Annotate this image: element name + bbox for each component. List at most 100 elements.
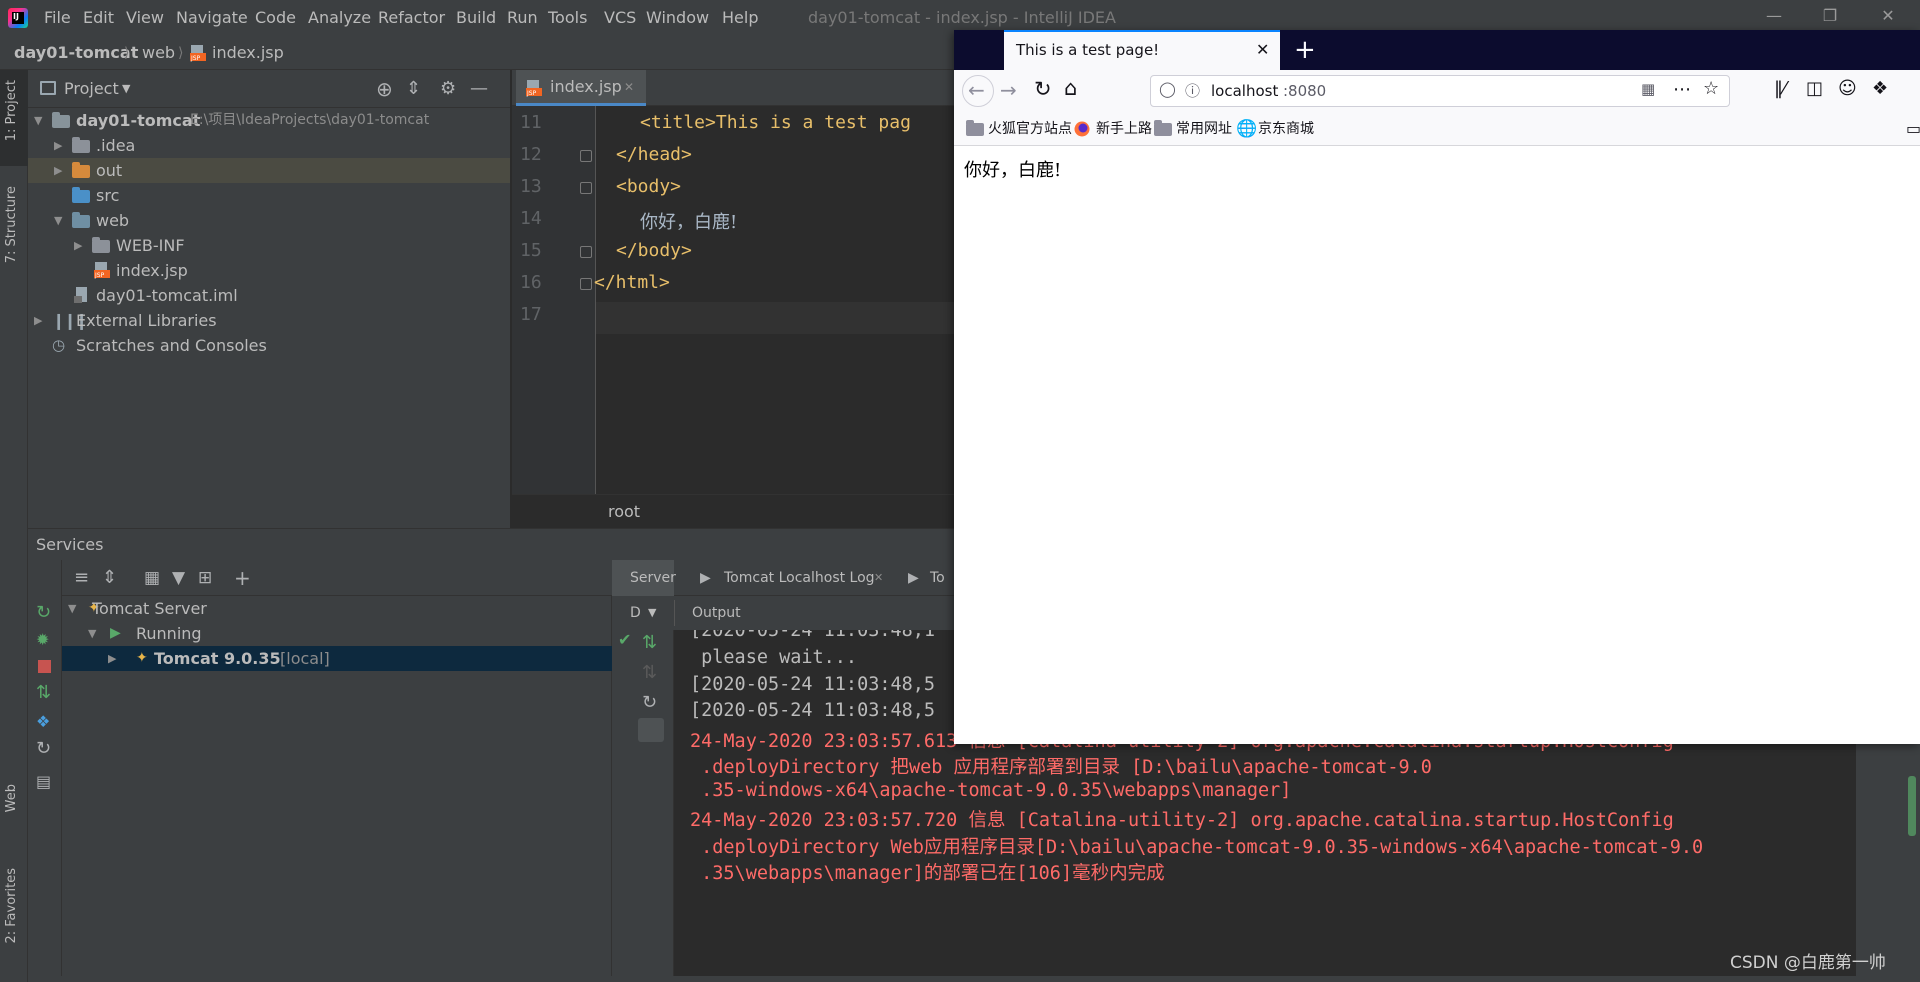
tree-item-project-root[interactable]: ▼ day01-tomcat E:\项目\IdeaProjects\day01-… bbox=[28, 108, 510, 133]
tool-tab-project[interactable]: 1: Project bbox=[4, 80, 19, 141]
qr-code-icon[interactable]: ▦ bbox=[1641, 80, 1655, 98]
layout-icon[interactable]: ▤ bbox=[36, 772, 51, 791]
fold-marker-icon[interactable] bbox=[580, 150, 592, 162]
tab-server[interactable]: Server bbox=[630, 560, 676, 596]
expanded-arrow-icon[interactable]: ▼ bbox=[68, 596, 80, 621]
collapsed-arrow-icon[interactable]: ▶ bbox=[54, 158, 66, 183]
menu-help[interactable]: Help bbox=[722, 0, 758, 36]
chevron-down-icon[interactable]: ▼ bbox=[122, 70, 130, 108]
bookmark-firefox-official[interactable]: 火狐官方站点 bbox=[966, 112, 1076, 146]
library-icon[interactable]: ‖⁄ bbox=[1774, 78, 1786, 99]
stop-icon[interactable] bbox=[38, 660, 51, 673]
sidebar-icon[interactable]: ◫ bbox=[1806, 78, 1823, 99]
debug-icon[interactable]: ✹ bbox=[36, 630, 49, 649]
tool-tab-structure[interactable]: 7: Structure bbox=[4, 186, 19, 263]
minimize-icon[interactable]: — bbox=[1764, 6, 1784, 26]
menu-refactor[interactable]: Refactor bbox=[378, 0, 445, 36]
menu-tools[interactable]: Tools bbox=[548, 0, 587, 36]
menu-analyze[interactable]: Analyze bbox=[308, 0, 371, 36]
home-icon[interactable]: ⌂ bbox=[1064, 76, 1077, 100]
close-tab-icon[interactable]: ✕ bbox=[1256, 32, 1269, 68]
menu-navigate[interactable]: Navigate bbox=[176, 0, 248, 36]
other-bookmarks-icon[interactable]: ▭ bbox=[1906, 112, 1920, 146]
rerun-icon[interactable]: ↻ bbox=[36, 602, 51, 623]
tree-item-tomcat-instance[interactable]: ▶ ✦ Tomcat 9.0.35 [local] bbox=[62, 646, 612, 671]
deploy-icon[interactable]: ❖ bbox=[36, 712, 50, 731]
project-panel-title[interactable]: Project bbox=[64, 70, 119, 108]
star-icon[interactable]: ☆ bbox=[1703, 78, 1719, 99]
reload-icon[interactable]: ↻ bbox=[1034, 77, 1052, 101]
tracking-protection-icon[interactable]: ◯ bbox=[1159, 80, 1176, 98]
tool-tab-web[interactable]: Web bbox=[4, 784, 19, 812]
tool-tab-favorites[interactable]: 2: Favorites bbox=[4, 868, 19, 944]
bookmark-getting-started[interactable]: 新手上路 bbox=[1074, 112, 1154, 146]
tab-tomcat-catalina-log[interactable]: To bbox=[930, 560, 945, 596]
browser-tab[interactable]: This is a test page! ✕ bbox=[1004, 30, 1280, 70]
collapsed-arrow-icon[interactable]: ▶ bbox=[34, 308, 46, 333]
close-tab-icon[interactable]: ✕ bbox=[624, 70, 634, 104]
collapse-all-icon[interactable]: ⇕ bbox=[406, 70, 421, 108]
filter-icon[interactable]: ▼ bbox=[172, 560, 185, 596]
tree-item-idea[interactable]: ▶ .idea bbox=[28, 133, 510, 158]
collapse-all-icon[interactable]: ⇕ bbox=[102, 560, 117, 596]
page-actions-icon[interactable]: ⋯ bbox=[1673, 76, 1691, 104]
refresh-icon[interactable]: ↻ bbox=[642, 692, 657, 713]
editor-tab-index-jsp[interactable]: JSP index.jsp ✕ bbox=[516, 70, 646, 106]
breadcrumb-project[interactable]: day01-tomcat bbox=[14, 36, 138, 70]
gear-icon[interactable]: ⚙ bbox=[440, 70, 456, 108]
bookmark-common-sites[interactable]: 常用网址 bbox=[1154, 112, 1234, 146]
scrollbar-thumb[interactable] bbox=[1908, 776, 1916, 836]
tree-item-src[interactable]: src bbox=[28, 183, 510, 208]
expand-all-icon[interactable]: ≡ bbox=[74, 560, 89, 596]
extensions-icon[interactable]: ❖ bbox=[1872, 78, 1888, 99]
expanded-arrow-icon[interactable]: ▼ bbox=[88, 621, 100, 646]
menu-view[interactable]: View bbox=[126, 0, 164, 36]
group-by-icon[interactable]: ▦ bbox=[144, 560, 160, 596]
tree-item-out[interactable]: ▶ out bbox=[28, 158, 510, 183]
bookmark-jd-mall[interactable]: 🌐 京东商城 bbox=[1236, 112, 1316, 146]
tree-item-scratches[interactable]: ◷ Scratches and Consoles bbox=[28, 333, 510, 358]
fold-marker-icon[interactable] bbox=[580, 278, 592, 290]
menu-edit[interactable]: Edit bbox=[83, 0, 114, 36]
deploy-arrow-icon[interactable]: ⇅ bbox=[642, 632, 657, 653]
new-tab-icon[interactable]: + bbox=[1294, 30, 1316, 70]
collapsed-arrow-icon[interactable]: ▶ bbox=[74, 233, 86, 258]
tree-item-iml[interactable]: day01-tomcat.iml bbox=[28, 283, 510, 308]
menu-window[interactable]: Window bbox=[646, 0, 709, 36]
fold-marker-icon[interactable] bbox=[580, 182, 592, 194]
close-icon[interactable]: ✕ bbox=[1878, 6, 1898, 26]
tree-item-external-libraries[interactable]: ▶ ❙❙❙ External Libraries bbox=[28, 308, 510, 333]
expanded-arrow-icon[interactable]: ▼ bbox=[54, 208, 66, 233]
collapsed-arrow-icon[interactable]: ▶ bbox=[54, 133, 66, 158]
tab-tomcat-localhost-log[interactable]: Tomcat Localhost Log bbox=[724, 560, 875, 596]
restore-icon[interactable]: ❐ bbox=[1820, 6, 1840, 26]
menu-code[interactable]: Code bbox=[255, 0, 296, 36]
scroll-to-end-icon[interactable] bbox=[638, 718, 664, 742]
site-info-icon[interactable]: ⓘ bbox=[1185, 80, 1200, 101]
tree-item-tomcat-server[interactable]: ▼ ✦ Tomcat Server bbox=[62, 596, 612, 621]
tree-item-web-inf[interactable]: ▶ WEB-INF bbox=[28, 233, 510, 258]
chevron-down-icon[interactable]: ▼ bbox=[648, 596, 656, 630]
breadcrumb-folder[interactable]: web bbox=[142, 36, 175, 70]
close-tab-icon[interactable]: ✕ bbox=[874, 560, 883, 596]
tree-item-web[interactable]: ▼ web bbox=[28, 208, 510, 233]
forward-icon[interactable]: → bbox=[1000, 78, 1017, 102]
menu-vcs[interactable]: VCS bbox=[604, 0, 636, 36]
breadcrumb-file[interactable]: index.jsp bbox=[212, 36, 284, 70]
expanded-arrow-icon[interactable]: ▼ bbox=[34, 108, 46, 133]
menu-file[interactable]: File bbox=[44, 0, 71, 36]
refresh-icon[interactable]: ↻ bbox=[36, 738, 51, 759]
add-service-icon[interactable]: + bbox=[234, 560, 251, 596]
hide-panel-icon[interactable]: — bbox=[470, 70, 488, 108]
tree-item-index-jsp[interactable]: JSP index.jsp bbox=[28, 258, 510, 283]
menu-build[interactable]: Build bbox=[456, 0, 496, 36]
menu-run[interactable]: Run bbox=[507, 0, 538, 36]
account-icon[interactable]: ☺ bbox=[1838, 78, 1857, 99]
xml-breadcrumb-root[interactable]: root bbox=[608, 495, 640, 529]
locate-icon[interactable]: ⊕ bbox=[376, 70, 393, 108]
code-editor[interactable]: 11 12 13 14 15 16 17 <title>This is a te… bbox=[512, 106, 960, 494]
fold-marker-icon[interactable] bbox=[580, 246, 592, 258]
url-bar[interactable]: ◯ ⓘ localhost :8080 ▦ ⋯ ☆ bbox=[1150, 75, 1730, 107]
new-tab-icon[interactable]: ⊞ bbox=[198, 560, 212, 596]
update-app-icon[interactable]: ⇅ bbox=[36, 682, 51, 703]
